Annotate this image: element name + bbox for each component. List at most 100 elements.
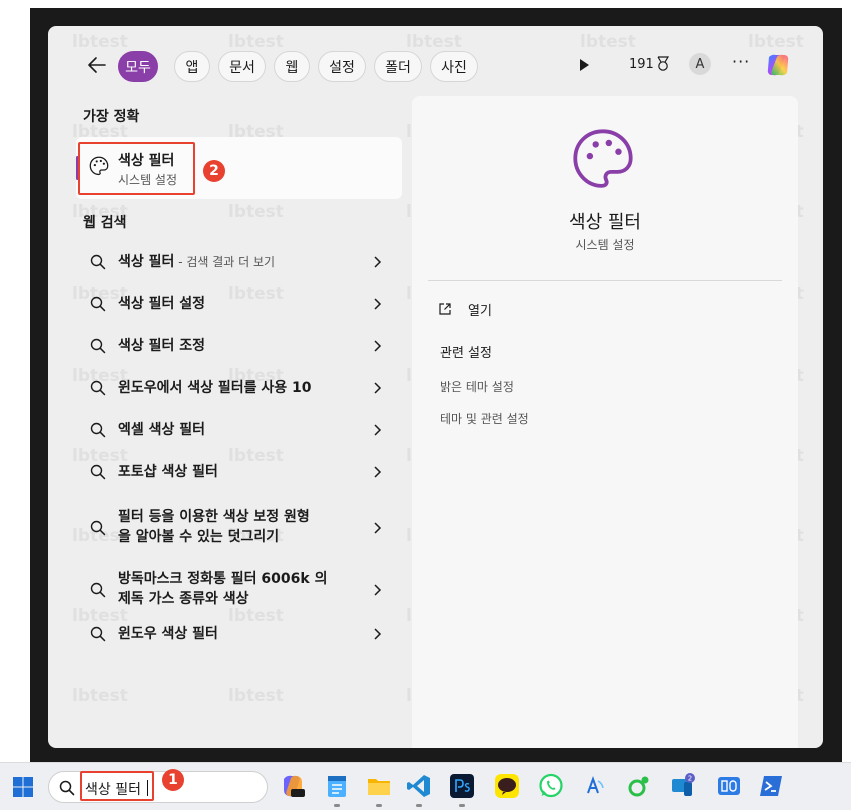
whatsapp-icon[interactable] [538,773,564,799]
running-indicator [459,804,465,807]
result-line-1: 색상 필터 설정 [118,296,206,312]
notification-count: 2 [688,775,692,783]
chevron-right-icon [374,628,382,640]
search-icon [90,296,106,312]
open-label: 열기 [468,304,492,319]
web-search-result-text: 엑셀 색상 필터 [118,420,205,440]
medal-icon[interactable] [656,56,670,72]
chevron-right-icon [374,424,382,436]
result-line-1: 색상 필터 [118,254,175,270]
running-indicator [416,804,422,807]
phone-link-icon[interactable]: 2 [670,773,696,799]
result-line-1: 포토샵 색상 필터 [118,464,218,480]
related-link-theme[interactable]: 테마 및 관련 설정 [440,410,529,427]
app-icon-eo[interactable] [716,773,742,799]
result-line-1: 색상 필터 조정 [118,338,206,354]
web-search-result-text: 색상 필터 조정 [118,336,205,356]
web-search-result-row[interactable]: 포토샵 색상 필터 [76,452,402,492]
web-search-result-text: 필터 등을 이용한 색상 보정 원형을 알아볼 수 있는 덧그리기 [118,507,310,547]
result-line-1: 윈도우에서 색상 필터를 사용 10 [118,380,312,396]
photoshop-icon[interactable] [449,773,475,799]
vscode-icon[interactable] [406,773,432,799]
green-app-icon[interactable] [626,773,652,799]
avatar[interactable]: A [689,53,711,75]
running-indicator [376,804,382,807]
watermark-text: lbtest [228,686,284,706]
web-search-result-text: 윈도우에서 색상 필터를 사용 10 [118,378,312,398]
filter-chip-documents[interactable]: 문서 [218,51,266,82]
annotation-number-badge: 2 [203,160,225,182]
best-match-heading: 가장 정확 [83,109,140,125]
web-search-result-row[interactable]: 색상 필터 - 검색 결과 더 보기 [76,242,402,282]
kakaotalk-icon[interactable] [494,773,520,799]
related-settings-heading: 관련 설정 [440,346,492,361]
chevron-right-icon [374,382,382,394]
web-search-result-row[interactable]: 색상 필터 설정 [76,284,402,324]
watermark-text: lbtest [228,202,284,222]
result-preview-pane: 색상 필터 시스템 설정 열기 관련 설정 밝은 테마 설정 테마 및 관련 설… [412,96,798,748]
search-filter-bar: 모두 앱 문서 웹 설정 폴더 사진 191 A ··· [48,48,823,84]
search-icon [90,422,106,438]
web-search-result-text: 방독마스크 정화통 필터 6006k 의 제독 가스 종류와 색상 [118,569,327,609]
back-arrow-icon[interactable] [86,54,108,76]
chevron-right-icon [374,466,382,478]
web-search-result-text: 윈도우 색상 필터 [118,624,218,644]
web-search-result-row[interactable]: 엑셀 색상 필터 [76,410,402,450]
filter-chip-web[interactable]: 웹 [274,51,310,82]
copilot-preview-icon[interactable] [280,773,306,799]
preview-divider [428,280,782,281]
result-line-1: 윈도우 색상 필터 [118,626,218,642]
web-search-heading: 웹 검색 [83,215,127,231]
web-search-result-row[interactable]: 필터 등을 이용한 색상 보정 원형을 알아볼 수 있는 덧그리기 [76,502,402,554]
palette-icon [573,129,633,188]
notepad-icon[interactable] [324,773,350,799]
related-link-light-theme[interactable]: 밝은 테마 설정 [440,378,514,395]
annotation-box-search [80,771,154,801]
search-icon [90,338,106,354]
search-icon [90,626,106,642]
more-options-icon[interactable]: ··· [732,52,750,71]
preview-subtitle: 시스템 설정 [575,238,635,252]
translator-icon[interactable] [582,773,608,799]
result-line-1: 방독마스크 정화통 필터 6006k 의 [118,571,328,587]
result-line-2: 을 알아볼 수 있는 덧그리기 [118,529,280,545]
chevron-right-icon [374,522,382,534]
running-indicator [334,804,340,807]
web-search-result-row[interactable]: 색상 필터 조정 [76,326,402,366]
web-search-result-row[interactable]: 방독마스크 정화통 필터 6006k 의 제독 가스 종류와 색상 [76,564,402,616]
web-search-result-row[interactable]: 윈도우에서 색상 필터를 사용 10 [76,368,402,408]
annotation-box-best-match [78,142,195,195]
terminal-icon[interactable] [758,773,784,799]
play-icon[interactable] [577,58,591,72]
windows-start-icon[interactable] [12,776,34,798]
web-search-result-text: 색상 필터 설정 [118,294,205,314]
filter-chip-settings[interactable]: 설정 [318,51,366,82]
web-search-result-text: 색상 필터 - 검색 결과 더 보기 [118,252,275,272]
filter-chip-all[interactable]: 모두 [118,51,158,82]
annotation-number-badge: 1 [162,769,184,791]
web-search-result-row[interactable]: 윈도우 색상 필터 [76,614,402,654]
search-icon [90,380,106,396]
file-explorer-icon[interactable] [366,773,392,799]
open-external-icon [439,303,451,315]
start-search-panel: lbtest lbtest lbtest lbtest lbtest lbtest lbte… [48,26,823,748]
watermark-text: lbtest [72,686,128,706]
chevron-right-icon [374,584,382,596]
result-suffix: - 검색 결과 더 보기 [174,255,276,269]
result-line-1: 엑셀 색상 필터 [118,422,206,438]
result-line-1: 필터 등을 이용한 색상 보정 원형 [118,509,310,525]
filter-chip-folders[interactable]: 폴더 [374,51,422,82]
search-icon [90,520,106,536]
search-icon [90,464,106,480]
filter-chip-apps[interactable]: 앱 [174,51,210,82]
copilot-icon[interactable] [764,51,792,79]
filter-chip-photos[interactable]: 사진 [430,51,478,82]
rewards-points: 191 [629,57,654,72]
chevron-right-icon [374,298,382,310]
chevron-right-icon [374,340,382,352]
search-icon [90,254,106,270]
web-search-result-text: 포토샵 색상 필터 [118,462,218,482]
preview-title: 색상 필터 [569,212,641,233]
search-icon [59,780,75,796]
search-icon [90,582,106,598]
